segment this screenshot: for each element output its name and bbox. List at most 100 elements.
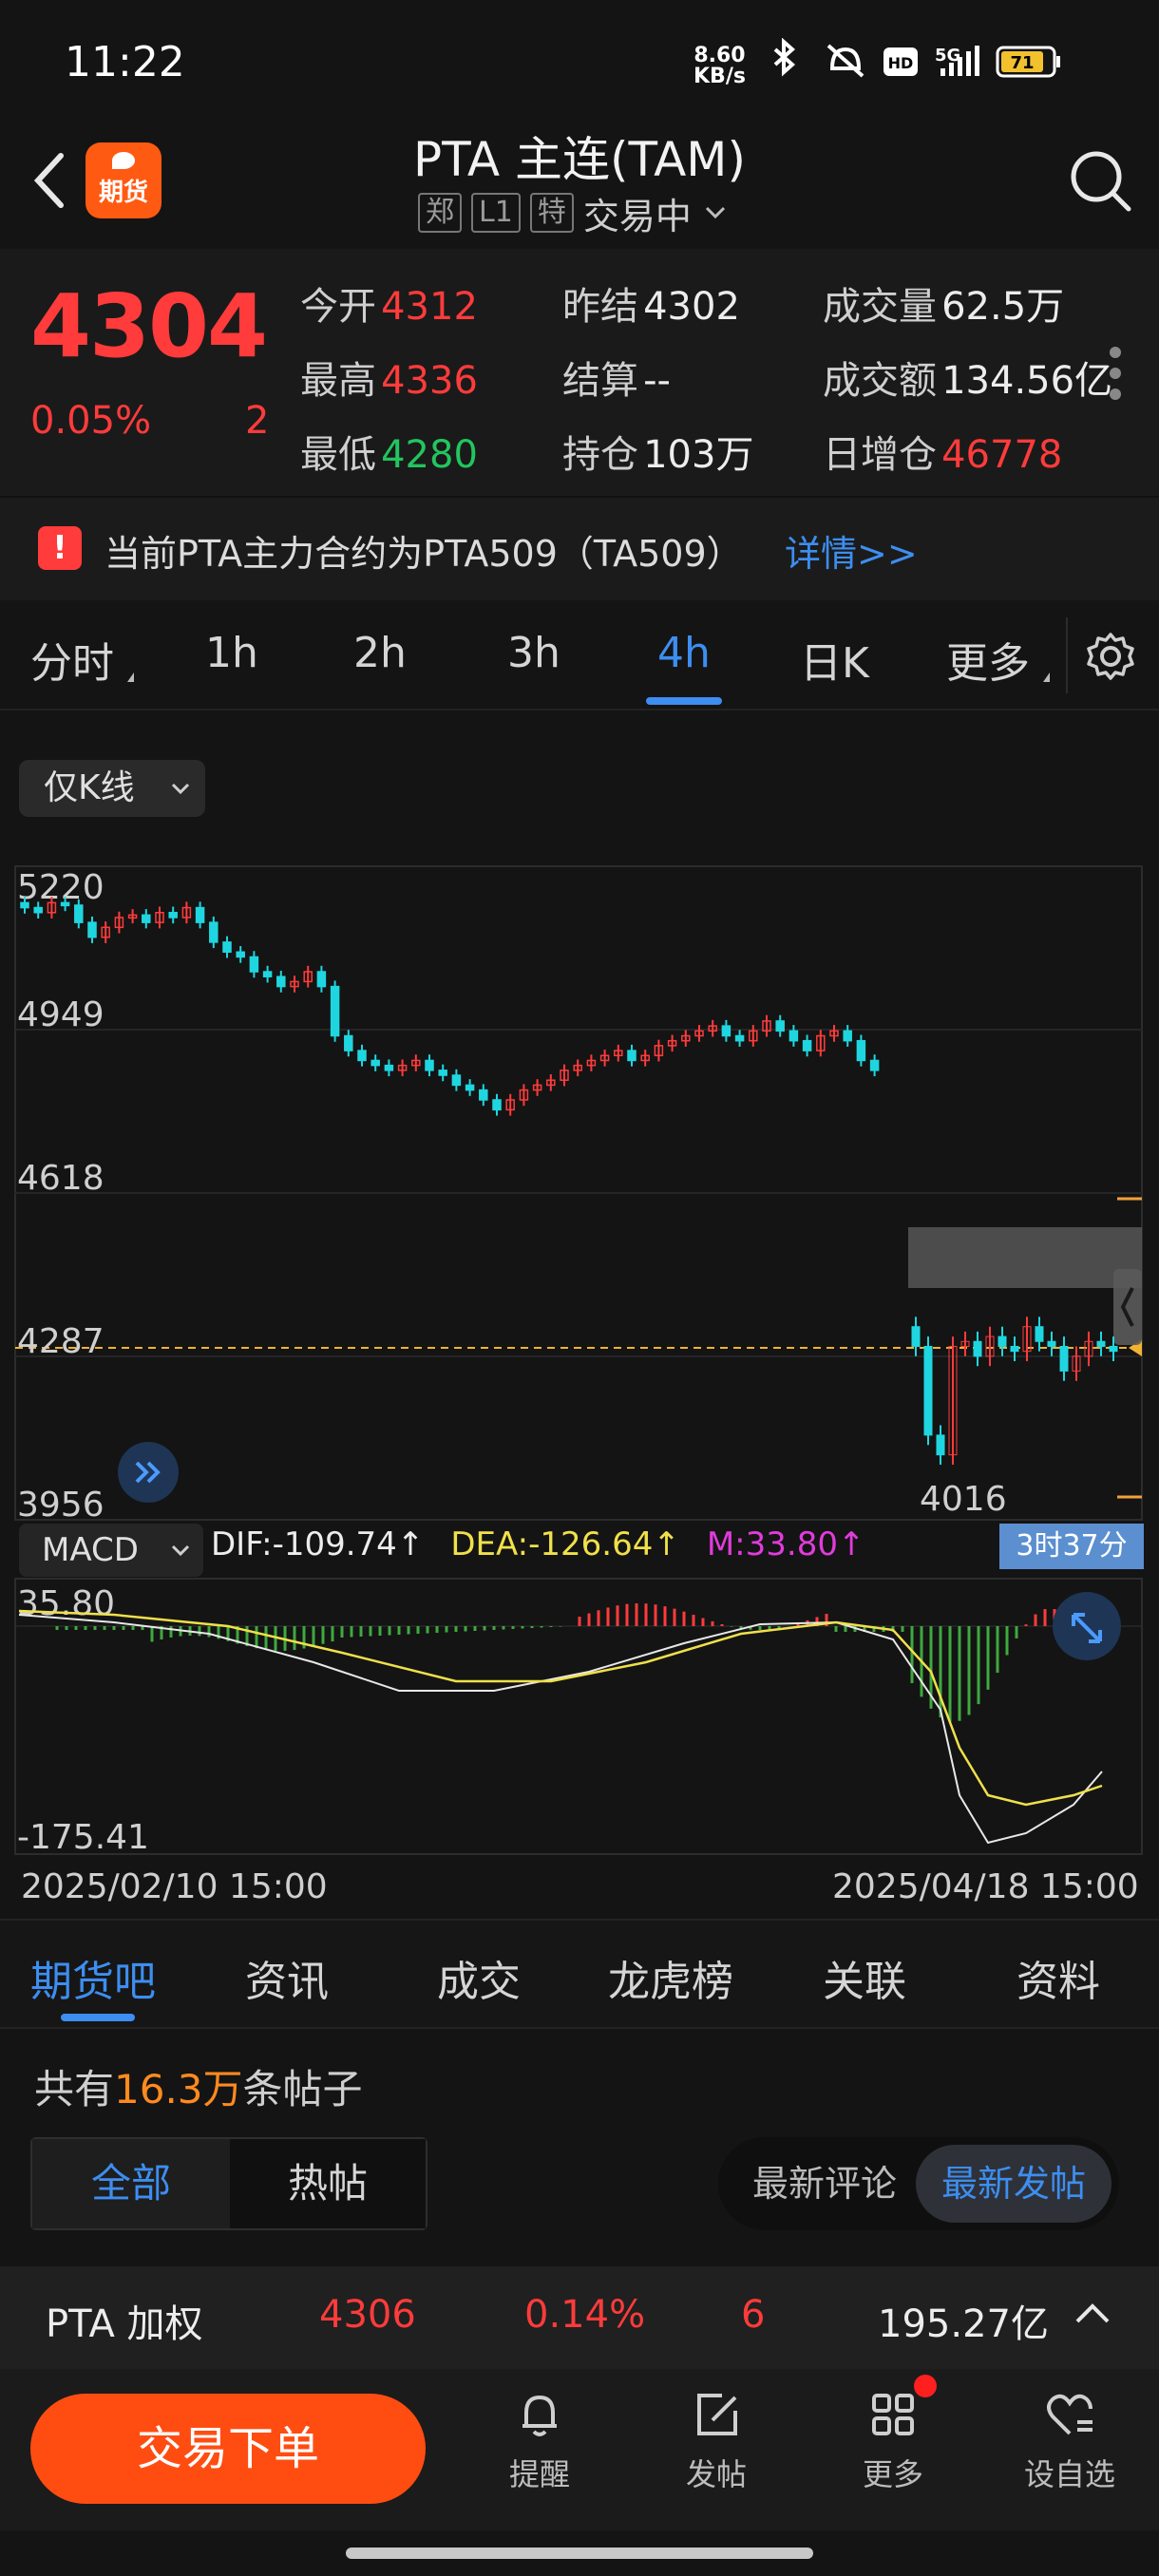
tab-intraday[interactable]: 分时	[30, 629, 114, 690]
weighted-price: 4306	[319, 2293, 416, 2337]
nav-add-watchlist[interactable]: 设自选	[1013, 2386, 1127, 2494]
candle	[802, 1039, 812, 1051]
home-indicator[interactable]	[346, 2548, 813, 2559]
candle	[869, 1059, 880, 1071]
tab-4h[interactable]: 4h	[657, 629, 711, 677]
chevron-down-icon	[171, 783, 190, 795]
tab-trades[interactable]: 成交	[437, 1947, 521, 2008]
candle	[249, 956, 259, 973]
quote-prev-settle: 昨结 4302	[562, 285, 740, 329]
tab-futures-forum[interactable]: 期货吧	[30, 1947, 156, 2008]
candle	[911, 1326, 921, 1347]
macd-dif: DIF:-109.74↑	[211, 1525, 425, 1563]
candle	[451, 1074, 462, 1087]
sort-latest-comment[interactable]: 最新评论	[730, 2145, 920, 2223]
tab-more[interactable]: 更多	[946, 629, 1030, 690]
svg-text:71: 71	[1010, 53, 1034, 73]
candle	[1035, 1326, 1044, 1342]
more-options-icon[interactable]	[1110, 347, 1121, 409]
tab-2h[interactable]: 2h	[353, 629, 407, 677]
tab-1h[interactable]: 1h	[205, 629, 258, 677]
candle	[344, 1034, 353, 1051]
candle	[357, 1050, 367, 1062]
settings-button[interactable]	[1085, 631, 1136, 682]
notice-text: 当前PTA主力合约为PTA509（TA509）	[104, 533, 743, 575]
quote-settle: 结算 --	[562, 359, 671, 403]
search-button[interactable]	[1062, 142, 1138, 218]
weighted-amount: 195.27亿	[878, 2302, 1049, 2346]
level-tag: L1	[471, 193, 521, 233]
tab-leaderboard[interactable]: 龙虎榜	[608, 1947, 733, 2008]
candle	[209, 921, 218, 943]
candle	[479, 1089, 488, 1101]
kline-chart[interactable]: 5220 4949 4618 4287 3956 4016 35.80 -175…	[0, 855, 1159, 1881]
chevron-down-icon	[171, 1544, 190, 1557]
candle	[627, 1050, 636, 1062]
section-tabs	[0, 1919, 1159, 2029]
trade-order-button[interactable]: 交易下单	[30, 2394, 426, 2504]
last-price: 4304	[30, 275, 268, 377]
tab-related[interactable]: 关联	[823, 1947, 906, 2008]
candle	[788, 1030, 799, 1042]
indicator-dropdown[interactable]: MACD	[19, 1524, 203, 1577]
sort-latest-post[interactable]: 最新发帖	[916, 2145, 1112, 2223]
back-button[interactable]	[25, 142, 72, 218]
grid-icon	[872, 2394, 914, 2435]
logo-leaf-icon	[112, 152, 135, 169]
contract-subtitle[interactable]: 郑 L1 特 交易中	[418, 190, 730, 237]
candle	[425, 1059, 434, 1071]
tab-3h[interactable]: 3h	[507, 629, 560, 677]
tab-news[interactable]: 资讯	[245, 1947, 329, 2008]
nav-more[interactable]: 更多	[836, 2386, 950, 2494]
candle	[276, 975, 286, 988]
nav-alert[interactable]: 提醒	[483, 2386, 597, 2494]
candle	[1109, 1345, 1118, 1353]
quote-volume: 成交量 62.5万	[823, 285, 1065, 329]
alert-icon: !	[38, 526, 82, 570]
candle	[236, 951, 245, 958]
status-icons: HD 5G 71	[760, 37, 1140, 85]
tab-daily-k[interactable]: 日K	[800, 629, 869, 690]
special-tag: 特	[529, 193, 574, 233]
y-label-2: 4949	[17, 995, 104, 1034]
candle	[168, 912, 178, 919]
quote-open-interest: 持仓 103万	[562, 433, 754, 477]
collapse-button[interactable]	[1074, 2299, 1112, 2331]
x-axis-start-date: 2025/02/10 15:00	[21, 1867, 328, 1906]
nav-post[interactable]: 发帖	[659, 2386, 773, 2494]
post-filter: 全部 热帖	[30, 2137, 428, 2230]
quote-turnover: 成交额 134.56亿	[823, 359, 1113, 403]
status-time: 11:22	[65, 38, 185, 86]
svg-text:HD: HD	[888, 54, 914, 72]
candle	[330, 985, 340, 1037]
search-icon	[1071, 151, 1131, 212]
candle	[973, 1340, 982, 1357]
post-count: 共有16.3万条帖子	[34, 2066, 363, 2112]
candle	[775, 1020, 785, 1032]
tab-profile[interactable]: 资料	[1016, 1947, 1100, 2008]
trade-status: 交易中	[582, 195, 692, 237]
more-caret-icon	[1043, 672, 1050, 682]
candle	[492, 1099, 502, 1111]
kline-mode-dropdown[interactable]: 仅K线	[19, 760, 205, 817]
tab-divider	[1066, 617, 1068, 693]
page-title: PTA 主连(TAM)	[413, 132, 746, 187]
mute-icon	[826, 44, 864, 78]
candle	[60, 901, 70, 907]
candle	[923, 1345, 933, 1436]
quote-oi-change: 日增仓 46778	[823, 433, 1063, 477]
candle	[1010, 1345, 1019, 1353]
y-label-top: 5220	[17, 868, 104, 907]
filter-all-button[interactable]: 全部	[32, 2139, 230, 2228]
filter-hot-button[interactable]: 热帖	[230, 2139, 426, 2228]
intraday-caret-icon	[127, 672, 134, 682]
candle	[438, 1070, 447, 1076]
notice-details-link[interactable]: 详情>>	[785, 524, 918, 577]
chevron-up-icon	[1075, 2303, 1110, 2323]
futures-logo: 期货	[86, 142, 162, 218]
candle	[33, 906, 43, 914]
bluetooth-icon	[773, 37, 796, 77]
post-sort: 最新评论 最新发帖	[718, 2137, 1119, 2230]
y-label-3: 4618	[17, 1159, 104, 1198]
candle	[222, 941, 232, 954]
